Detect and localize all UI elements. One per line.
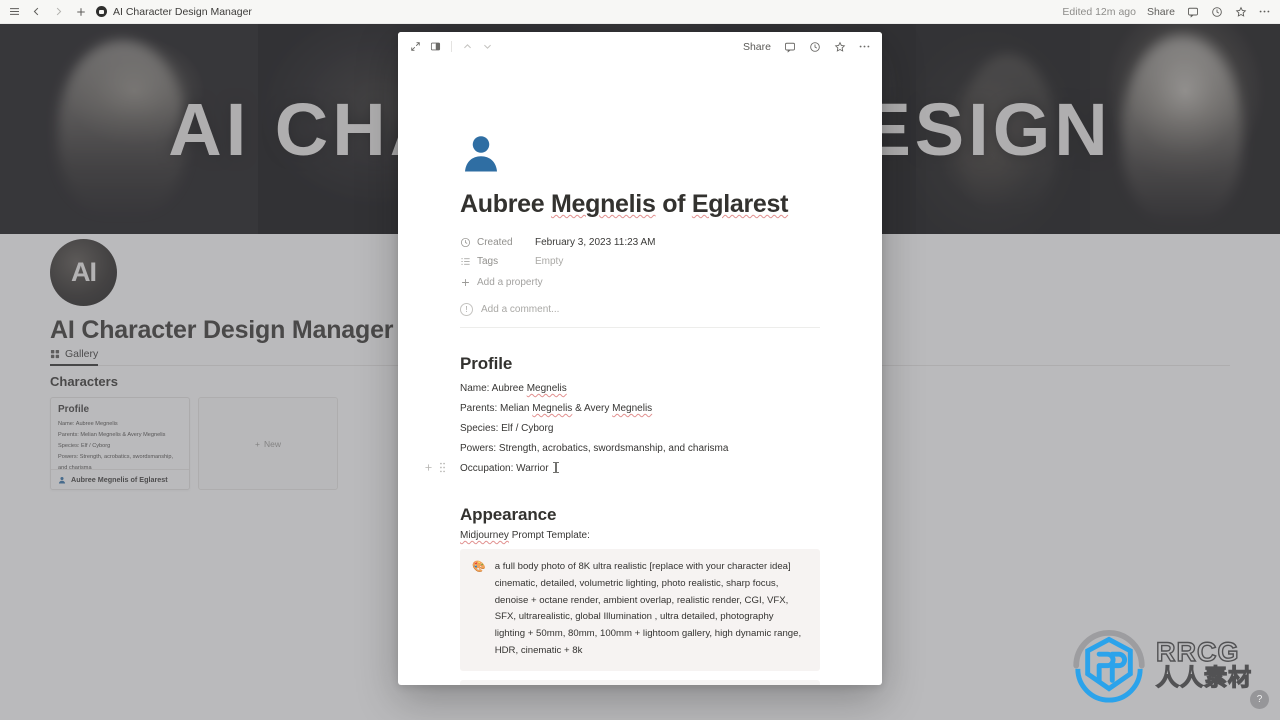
clock-icon[interactable]: [1210, 5, 1223, 18]
add-comment-row[interactable]: ! Add a comment...: [460, 303, 820, 328]
list-icon: [460, 256, 471, 267]
add-property-button[interactable]: Add a property: [460, 273, 820, 292]
add-property-label: Add a property: [477, 277, 543, 288]
property-label: Created: [460, 237, 535, 248]
modal-toolbar-right: Share: [743, 40, 871, 53]
property-value-created[interactable]: February 3, 2023 11:23 AM: [535, 237, 655, 248]
share-button[interactable]: Share: [1147, 6, 1175, 18]
property-label: Tags: [460, 256, 535, 267]
page-icon: [96, 6, 107, 17]
title-part-3: of: [655, 190, 692, 218]
property-row-tags[interactable]: Tags Empty: [460, 252, 820, 271]
profile-line-misspelled: Megnelis: [612, 403, 653, 414]
profile-line-text: Name: Aubree: [460, 383, 527, 394]
title-part-2: Megnelis: [550, 190, 656, 218]
property-name: Created: [477, 237, 513, 248]
profile-line-text: Species: Elf / Cyborg: [460, 423, 554, 434]
chevron-down-icon[interactable]: [481, 40, 494, 53]
profile-line-misspelled: Megnelis: [526, 383, 567, 394]
property-name: Tags: [477, 256, 499, 267]
side-peek-icon[interactable]: [429, 40, 442, 53]
add-block-icon[interactable]: [424, 462, 433, 473]
watermark-brand-cn: 人人素材: [1155, 664, 1252, 691]
profile-line-text: Occupation: Warrior: [460, 463, 549, 474]
star-icon[interactable]: [833, 40, 846, 53]
profile-line-text: Parents: Melian: [460, 403, 533, 414]
profile-line[interactable]: Species: Elf / Cyborg: [460, 419, 820, 439]
title-part-1: Aubree: [460, 190, 551, 218]
clock-icon: [460, 237, 471, 248]
modal-content-scroll[interactable]: Aubree Megnelis of Eglarest Created Febr…: [398, 61, 882, 685]
modal-toolbar: Share: [398, 32, 882, 61]
drag-handle-icon[interactable]: [438, 462, 447, 473]
help-button[interactable]: ?: [1250, 690, 1269, 709]
title-part-4: Eglarest: [691, 190, 789, 218]
profile-line-text: Powers: Strength, acrobatics, swordsmans…: [460, 443, 729, 454]
text-cursor: [553, 462, 560, 473]
page-properties: Created February 3, 2023 11:23 AM Tags E…: [460, 233, 820, 292]
prompt-template-label[interactable]: Midjourney Prompt Template:: [460, 530, 820, 541]
palette-emoji-icon: 🎨: [472, 561, 486, 573]
profile-line-occupation[interactable]: Occupation: Warrior: [425, 459, 820, 479]
chevron-left-icon[interactable]: [30, 5, 43, 18]
modal-toolbar-left: [409, 40, 494, 53]
app-top-bar: AI Character Design Manager Edited 12m a…: [0, 0, 1280, 24]
plus-icon: [460, 277, 471, 288]
breadcrumb[interactable]: AI Character Design Manager: [96, 6, 252, 18]
expand-diagonal-icon[interactable]: [409, 40, 422, 53]
document-body: Aubree Megnelis of Eglarest Created Febr…: [398, 131, 882, 685]
toolbar-divider: [451, 41, 452, 52]
chevron-up-icon[interactable]: [461, 40, 474, 53]
star-icon[interactable]: [1234, 5, 1247, 18]
prompt-callout-text: a full body photo of 8K ultra realistic …: [494, 561, 802, 656]
hamburger-icon[interactable]: [8, 5, 21, 18]
page-title[interactable]: Aubree Megnelis of Eglarest: [460, 189, 820, 219]
top-bar-right-group: Edited 12m ago Share: [1062, 5, 1280, 18]
watermark-logo: RRCG 人人素材: [1068, 620, 1268, 708]
profile-line[interactable]: Name: Aubree Megnelis: [460, 379, 820, 399]
comment-icon[interactable]: [783, 40, 796, 53]
ellipsis-icon[interactable]: [1258, 5, 1271, 18]
block-hover-controls: [424, 462, 447, 473]
property-value-tags[interactable]: Empty: [535, 256, 563, 267]
heading-appearance[interactable]: Appearance: [460, 505, 820, 525]
profile-line-text: & Avery: [572, 403, 613, 414]
edited-status: Edited 12m ago: [1062, 5, 1136, 18]
rrcg-mark-icon: [1073, 629, 1145, 703]
add-comment-placeholder: Add a comment...: [481, 304, 560, 315]
prompt-callout-block[interactable]: 🎨 a full body photo of 8K ultra realisti…: [460, 549, 820, 671]
add-image-block[interactable]: Add an image: [460, 679, 820, 685]
plus-icon[interactable]: [74, 5, 87, 18]
comment-circle-icon: !: [460, 303, 473, 316]
heading-profile[interactable]: Profile: [460, 354, 820, 374]
property-row-created[interactable]: Created February 3, 2023 11:23 AM: [460, 233, 820, 252]
profile-line[interactable]: Parents: Melian Megnelis & Avery Megneli…: [460, 399, 820, 419]
chevron-right-icon[interactable]: [52, 5, 65, 18]
profile-line[interactable]: Powers: Strength, acrobatics, swordsmans…: [460, 439, 820, 459]
breadcrumb-title: AI Character Design Manager: [113, 5, 252, 18]
modal-share-button[interactable]: Share: [743, 41, 771, 53]
person-silhouette-icon[interactable]: [460, 131, 502, 173]
comment-icon[interactable]: [1186, 5, 1199, 18]
prompt-template-label-misspelled: Midjourney: [460, 530, 509, 541]
watermark-text: RRCG 人人素材: [1155, 636, 1252, 691]
profile-line-misspelled: Megnelis: [532, 403, 573, 414]
ellipsis-icon[interactable]: [858, 40, 871, 53]
top-bar-left-group: AI Character Design Manager: [0, 5, 252, 18]
clock-icon[interactable]: [808, 40, 821, 53]
prompt-template-label-text: Prompt Template:: [508, 530, 590, 541]
watermark-brand: RRCG: [1155, 636, 1240, 667]
page-peek-modal: Share Aubree Megnelis of Eglarest Create…: [398, 32, 882, 685]
